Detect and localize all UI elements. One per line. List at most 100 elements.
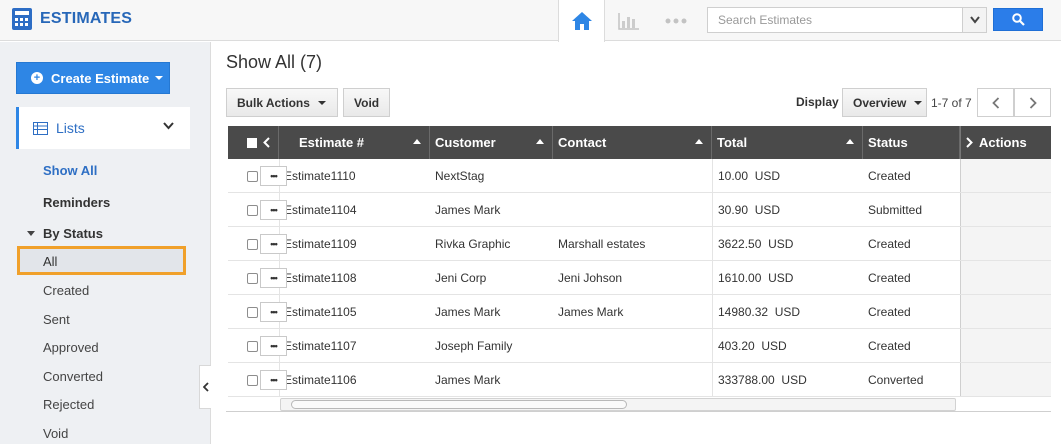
create-estimate-button[interactable]: + Create Estimate bbox=[16, 62, 170, 94]
table-header: Estimate # Customer Contact Total Status… bbox=[228, 126, 1051, 159]
row-actions-button[interactable]: ••• bbox=[260, 234, 287, 254]
sidebar-item-void[interactable]: Void bbox=[43, 426, 68, 441]
row-actions-button[interactable]: ••• bbox=[260, 166, 287, 186]
sidebar-item-all[interactable]: All bbox=[17, 246, 186, 275]
scroll-thumb[interactable] bbox=[291, 400, 627, 409]
row-checkbox[interactable] bbox=[247, 272, 258, 284]
row-checkbox[interactable] bbox=[247, 238, 258, 250]
cell-estimate[interactable]: Estimate1105 bbox=[284, 295, 357, 329]
search-button[interactable] bbox=[993, 8, 1043, 31]
sidebar: + Create Estimate Lists Show All Reminde… bbox=[0, 42, 211, 444]
row-checkbox-cell bbox=[247, 227, 258, 261]
cell-total: 30.90 USD bbox=[718, 193, 780, 227]
total-amount: 1610.00 bbox=[718, 271, 762, 285]
table-row[interactable]: Estimate1110 NextStag 10.00 USD Created ••• bbox=[228, 159, 1051, 193]
row-checkbox[interactable] bbox=[247, 340, 258, 352]
table-row[interactable]: Estimate1105 James Mark James Mark 14980.32… bbox=[228, 295, 1051, 329]
calculator-icon bbox=[12, 8, 32, 30]
cell-estimate[interactable]: Estimate1106 bbox=[284, 363, 357, 397]
row-actions-button[interactable]: ••• bbox=[260, 200, 287, 220]
lists-label: Lists bbox=[56, 120, 85, 136]
sidebar-item-reminders[interactable]: Reminders bbox=[43, 195, 110, 210]
sidebar-item-approved[interactable]: Approved bbox=[43, 340, 99, 355]
plus-circle-icon: + bbox=[31, 72, 43, 84]
chevron-down-icon bbox=[163, 122, 174, 130]
app-title: ESTIMATES bbox=[40, 10, 133, 27]
next-page-button[interactable] bbox=[1014, 88, 1051, 117]
sidebar-collapse-toggle[interactable] bbox=[199, 365, 211, 409]
header-total[interactable]: Total bbox=[712, 126, 863, 159]
top-bar: ESTIMATES bbox=[0, 0, 1061, 42]
header-estimate[interactable]: Estimate # bbox=[279, 126, 430, 159]
reports-button[interactable] bbox=[605, 0, 652, 41]
row-checkbox[interactable] bbox=[247, 204, 258, 216]
sidebar-group-by-status[interactable]: By Status bbox=[27, 226, 103, 241]
row-actions-button[interactable]: ••• bbox=[260, 302, 287, 322]
header-actions: Actions bbox=[960, 126, 1051, 159]
bulk-actions-button[interactable]: Bulk Actions bbox=[226, 88, 338, 117]
chevron-left-icon[interactable] bbox=[263, 137, 270, 148]
header-status-label: Status bbox=[868, 135, 908, 150]
sidebar-item-converted[interactable]: Converted bbox=[43, 369, 103, 384]
header-select-cell bbox=[228, 126, 279, 159]
cell-estimate[interactable]: Estimate1109 bbox=[284, 227, 357, 261]
table-row[interactable]: Estimate1107 Joseph Family 403.20 USD Creat… bbox=[228, 329, 1051, 363]
pager-count: 1-7 of 7 bbox=[931, 96, 972, 110]
chevron-right-icon[interactable] bbox=[966, 137, 973, 148]
total-amount: 3622.50 bbox=[718, 237, 762, 251]
total-amount: 30.90 bbox=[718, 203, 749, 217]
row-checkbox-cell bbox=[247, 159, 258, 193]
lists-toggle[interactable]: Lists bbox=[16, 107, 190, 149]
search-box bbox=[707, 7, 987, 33]
header-estimate-label: Estimate # bbox=[299, 135, 365, 150]
cell-estimate[interactable]: Estimate1110 bbox=[284, 159, 356, 193]
home-button[interactable] bbox=[558, 0, 605, 42]
prev-page-button[interactable] bbox=[977, 88, 1014, 117]
row-checkbox[interactable] bbox=[247, 306, 258, 318]
row-checkbox-cell bbox=[247, 295, 258, 329]
cell-status: Created bbox=[868, 237, 911, 251]
sidebar-item-rejected[interactable]: Rejected bbox=[43, 397, 94, 412]
select-all-checkbox[interactable] bbox=[247, 137, 257, 148]
horizontal-scrollbar[interactable] bbox=[280, 398, 956, 411]
total-amount: 403.20 bbox=[718, 339, 755, 353]
table-row[interactable]: Estimate1104 James Mark 30.90 USD Submitted… bbox=[228, 193, 1051, 227]
cell-status: Created bbox=[868, 305, 911, 319]
row-actions-button[interactable]: ••• bbox=[260, 370, 287, 390]
table-row[interactable]: Estimate1106 James Mark 333788.00 USD Conve… bbox=[228, 363, 1051, 397]
header-customer[interactable]: Customer bbox=[430, 126, 553, 159]
caret-down-icon bbox=[155, 76, 164, 80]
header-contact[interactable]: Contact bbox=[553, 126, 712, 159]
display-select[interactable]: Overview bbox=[842, 88, 927, 117]
row-actions-button[interactable]: ••• bbox=[260, 336, 287, 356]
row-checkbox-cell bbox=[247, 363, 258, 397]
create-estimate-label: Create Estimate bbox=[51, 70, 150, 86]
table-bottom-border bbox=[226, 411, 1051, 412]
total-currency: USD bbox=[774, 305, 801, 319]
row-checkbox[interactable] bbox=[247, 374, 258, 386]
sidebar-item-sent[interactable]: Sent bbox=[43, 312, 70, 327]
sidebar-item-show-all[interactable]: Show All bbox=[43, 163, 97, 178]
caret-down-icon bbox=[914, 100, 923, 105]
search-scope-dropdown[interactable] bbox=[962, 8, 986, 32]
total-currency: USD bbox=[754, 169, 781, 183]
cell-estimate[interactable]: Estimate1108 bbox=[284, 261, 357, 295]
sidebar-item-created[interactable]: Created bbox=[43, 283, 89, 298]
header-status[interactable]: Status bbox=[863, 126, 960, 159]
cell-status: Created bbox=[868, 271, 911, 285]
row-checkbox[interactable] bbox=[247, 170, 258, 182]
table-row[interactable]: Estimate1108 Jeni Corp Jeni Johson 1610.00 … bbox=[228, 261, 1051, 295]
table-row[interactable]: Estimate1109 Rivka Graphic Marshall estate… bbox=[228, 227, 1051, 261]
app-brand[interactable]: ESTIMATES bbox=[12, 8, 132, 30]
search-input[interactable] bbox=[708, 8, 962, 32]
more-button[interactable] bbox=[652, 0, 699, 41]
cell-estimate[interactable]: Estimate1104 bbox=[284, 193, 357, 227]
total-currency: USD bbox=[768, 271, 794, 285]
row-actions-button[interactable]: ••• bbox=[260, 268, 287, 288]
bar-chart-icon bbox=[617, 12, 639, 30]
cell-customer: James Mark bbox=[435, 305, 501, 319]
chevron-left-icon bbox=[202, 382, 209, 392]
more-dots-icon: ••• bbox=[270, 341, 278, 351]
void-button[interactable]: Void bbox=[343, 88, 390, 117]
cell-estimate[interactable]: Estimate1107 bbox=[284, 329, 357, 363]
